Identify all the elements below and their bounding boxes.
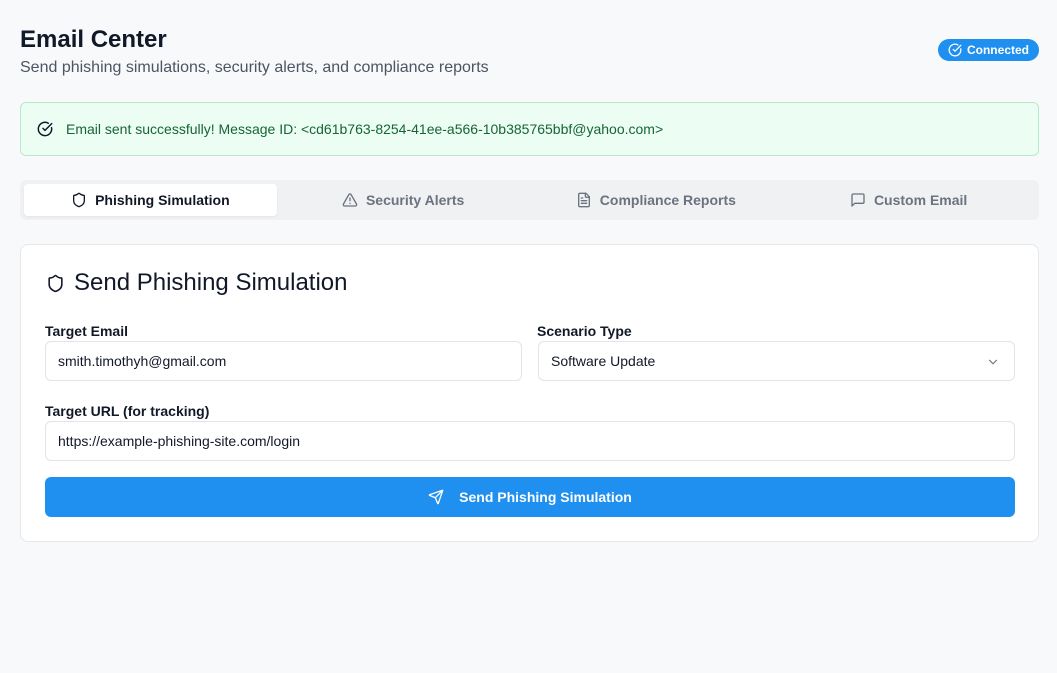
- scenario-type-value: Software Update: [551, 353, 656, 369]
- scenario-type-select[interactable]: Software Update: [538, 341, 1015, 381]
- target-email-field[interactable]: smith.timothyh@gmail.com: [45, 341, 522, 381]
- warning-triangle-icon: [342, 193, 358, 207]
- card-title-text: Send Phishing Simulation: [74, 269, 348, 296]
- target-email-label: Target Email: [45, 323, 128, 339]
- send-phishing-simulation-button[interactable]: Send Phishing Simulation: [45, 477, 1015, 517]
- status-label: Connected: [966, 43, 1029, 57]
- card-title: Send Phishing Simulation: [46, 269, 348, 297]
- alert-message: Email sent successfully! Message ID: <cd…: [66, 121, 664, 137]
- page-title: Email Center: [20, 26, 167, 53]
- check-circle-icon: [37, 121, 53, 137]
- phishing-simulation-card: Send Phishing Simulation Target Email sm…: [20, 244, 1039, 542]
- message-icon: [851, 193, 865, 207]
- shield-icon: [48, 274, 63, 292]
- scenario-type-label: Scenario Type: [537, 323, 632, 339]
- email-type-tabs: Phishing Simulation Security Alerts Comp…: [20, 180, 1039, 220]
- check-circle-icon: [948, 43, 962, 57]
- tab-phishing-simulation[interactable]: Phishing Simulation: [24, 184, 277, 216]
- connection-status-badge: Connected: [937, 39, 1039, 61]
- shield-icon: [73, 192, 86, 208]
- success-alert: Email sent successfully! Message ID: <cd…: [20, 102, 1039, 156]
- tab-label: Security Alerts: [365, 192, 465, 208]
- tab-security-alerts[interactable]: Security Alerts: [277, 184, 530, 216]
- tab-custom-email[interactable]: Custom Email: [782, 184, 1035, 216]
- send-button-label: Send Phishing Simulation: [459, 489, 632, 505]
- target-url-label: Target URL (for tracking): [45, 403, 210, 419]
- chevron-down-icon: [988, 359, 998, 365]
- page-header: Email Center Send phishing simulations, …: [20, 26, 1039, 80]
- target-url-field[interactable]: https://example-phishing-site.com/login: [45, 421, 1015, 461]
- tab-label: Phishing Simulation: [95, 192, 230, 208]
- tab-compliance-reports[interactable]: Compliance Reports: [530, 184, 783, 216]
- tab-label: Compliance Reports: [599, 192, 736, 208]
- send-icon: [428, 489, 444, 505]
- tab-label: Custom Email: [873, 192, 968, 208]
- page-subtitle: Send phishing simulations, security aler…: [20, 59, 489, 76]
- document-icon: [577, 192, 590, 208]
